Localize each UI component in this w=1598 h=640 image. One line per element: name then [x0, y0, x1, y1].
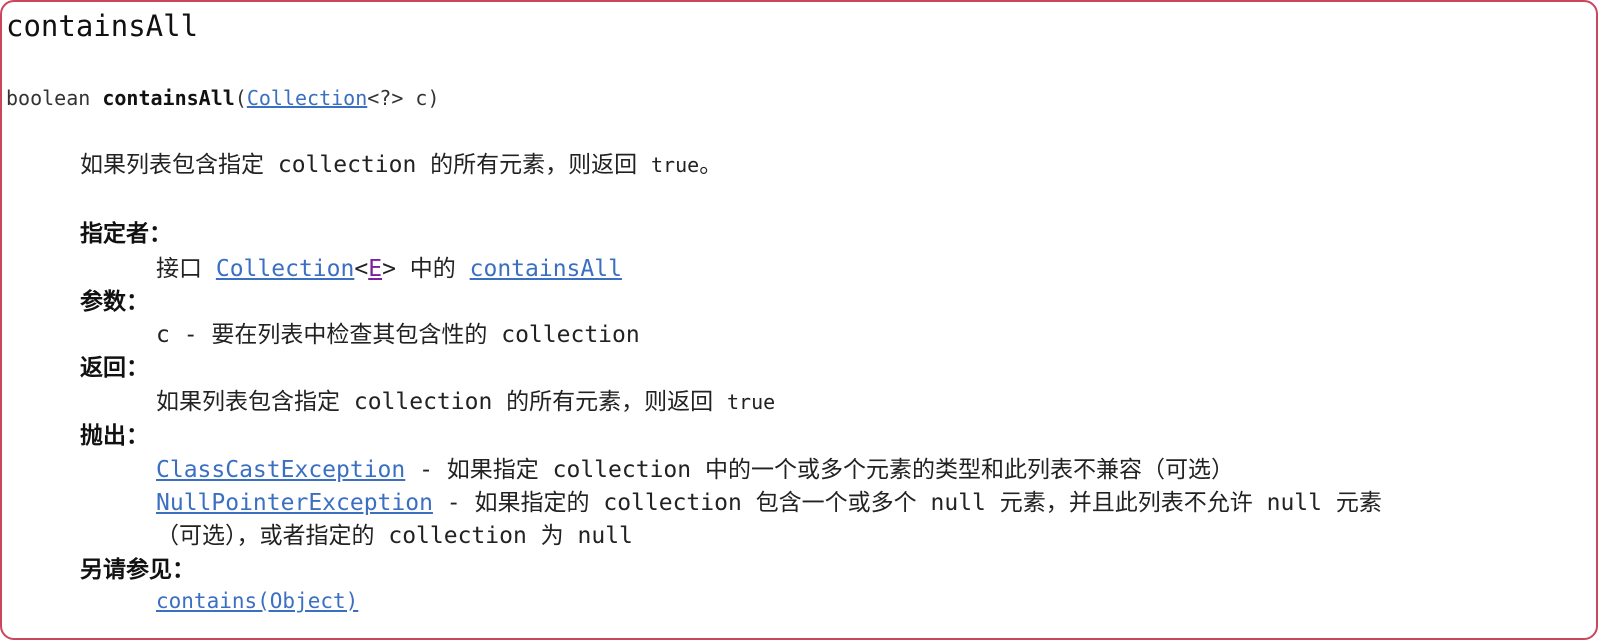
throws-item-continuation: （可选），或者指定的 collection 为 null [156, 523, 633, 549]
method-title: containsAll [6, 9, 199, 43]
parameters-label: 参数： [80, 289, 149, 315]
nullpointerexception-link[interactable]: NullPointerException [156, 490, 433, 516]
specified-by-middle: 中的 [395, 256, 470, 282]
description-text: 如果列表包含指定 collection 的所有元素，则返回 [80, 152, 652, 178]
throws-label: 抛出： [80, 423, 149, 449]
specified-by-prefix: 接口 [156, 256, 216, 282]
interface-method-link[interactable]: containsAll [470, 256, 622, 282]
throws-item-text: - 如果指定 collection 中的一个或多个元素的类型和此列表不兼容（可选… [405, 457, 1234, 483]
javadoc-method-detail: containsAll boolean containsAll(Collecti… [0, 0, 1598, 640]
see-also-label: 另请参见： [80, 557, 195, 583]
throws-item: ClassCastException - 如果指定 collection 中的一… [156, 454, 1234, 487]
param-rest: <?> c) [367, 86, 440, 110]
returns-text: 如果列表包含指定 collection 的所有元素，则返回 [156, 389, 728, 415]
description-end: 。 [699, 152, 723, 178]
parameter-c-description: c - 要在列表中检查其包含性的 collection [156, 322, 640, 348]
method-description: 如果列表包含指定 collection 的所有元素，则返回 true。 [80, 148, 722, 182]
type-lt: < [354, 256, 369, 282]
specified-by-value: 接口 Collection<E> 中的 containsAll [156, 253, 622, 286]
method-name: containsAll [102, 86, 235, 110]
returns-value: 如果列表包含指定 collection 的所有元素，则返回 true [156, 386, 775, 419]
classcastexception-link[interactable]: ClassCastException [156, 457, 405, 483]
see-also-value: contains(Object) [156, 585, 358, 618]
interface-collection-link[interactable]: Collection [216, 256, 354, 282]
throws-item: NullPointerException - 如果指定的 collection … [156, 487, 1382, 520]
method-signature: boolean containsAll(Collection<?> c) [6, 84, 440, 112]
returns-code: true [727, 390, 776, 414]
return-type: boolean [6, 86, 91, 110]
returns-label: 返回： [80, 355, 149, 381]
throws-item-text: - 如果指定的 collection 包含一个或多个 null 元素，并且此列表… [432, 490, 1382, 516]
description-code: true [651, 153, 700, 177]
specified-by-label: 指定者： [80, 221, 172, 247]
type-param-e-link[interactable]: E [368, 256, 382, 282]
collection-type-link[interactable]: Collection [247, 86, 367, 110]
open-paren: ( [234, 86, 247, 110]
contains-object-link[interactable]: contains(Object) [156, 589, 358, 613]
type-gt: > [382, 256, 396, 282]
